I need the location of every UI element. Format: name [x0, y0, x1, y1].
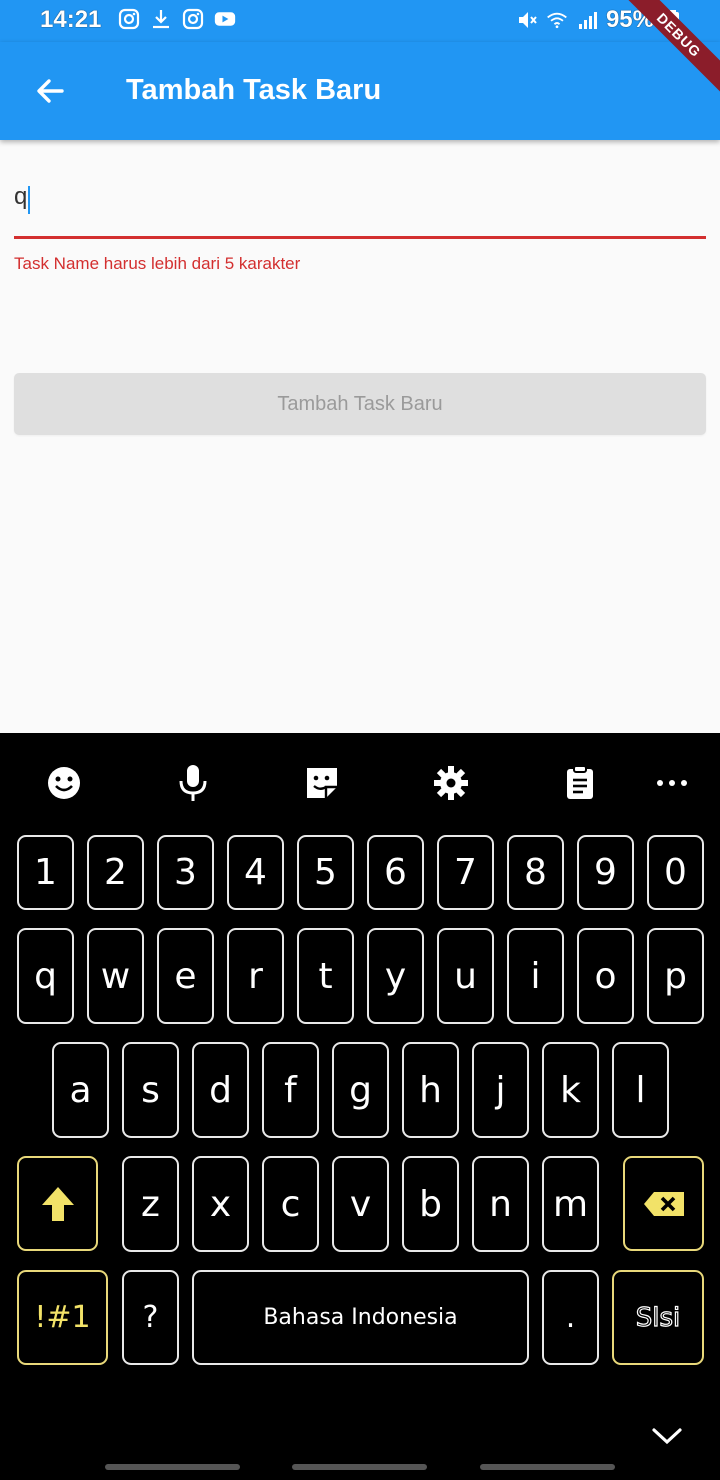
instagram-icon — [182, 8, 204, 30]
hide-keyboard-button[interactable] — [645, 1414, 689, 1458]
letter-key-r[interactable]: r — [227, 928, 284, 1024]
settings-icon[interactable] — [429, 761, 473, 805]
number-key-0[interactable]: 0 — [647, 835, 704, 910]
status-time: 14:21 — [40, 6, 102, 33]
number-key-9[interactable]: 9 — [577, 835, 634, 910]
letter-key-t[interactable]: t — [297, 928, 354, 1024]
nav-pill-center[interactable] — [292, 1464, 427, 1470]
question-key[interactable]: ? — [122, 1270, 179, 1365]
battery-icon — [662, 9, 684, 31]
letter-key-n[interactable]: n — [472, 1156, 529, 1252]
mute-icon — [516, 9, 538, 31]
battery-percent: 95% — [605, 6, 654, 33]
input-underline — [14, 236, 706, 239]
period-key[interactable]: . — [542, 1270, 599, 1365]
number-key-8[interactable]: 8 — [507, 835, 564, 910]
letter-key-w[interactable]: w — [87, 928, 144, 1024]
backspace-icon — [643, 1191, 684, 1216]
backspace-key[interactable] — [623, 1156, 704, 1251]
letter-key-m[interactable]: m — [542, 1156, 599, 1252]
letter-key-h[interactable]: h — [402, 1042, 459, 1138]
letter-key-d[interactable]: d — [192, 1042, 249, 1138]
add-task-button[interactable]: Tambah Task Baru — [14, 373, 706, 435]
nav-pill-right[interactable] — [480, 1464, 615, 1470]
letter-key-s[interactable]: s — [122, 1042, 179, 1138]
sticker-icon[interactable] — [300, 761, 344, 805]
letter-key-o[interactable]: o — [577, 928, 634, 1024]
letter-key-k[interactable]: k — [542, 1042, 599, 1138]
wifi-icon — [546, 9, 568, 31]
task-name-value[interactable]: q — [14, 183, 27, 210]
letter-key-f[interactable]: f — [262, 1042, 319, 1138]
letter-key-i[interactable]: i — [507, 928, 564, 1024]
notification-icons — [118, 8, 236, 30]
back-button[interactable] — [26, 67, 74, 115]
letter-key-a[interactable]: a — [52, 1042, 109, 1138]
status-right-icons: 95% — [516, 6, 684, 34]
task-name-input[interactable]: q — [14, 172, 706, 222]
number-key-3[interactable]: 3 — [157, 835, 214, 910]
letter-key-l[interactable]: l — [612, 1042, 669, 1138]
download-icon — [150, 8, 172, 30]
letter-key-v[interactable]: v — [332, 1156, 389, 1252]
shift-arrow-icon — [41, 1186, 74, 1221]
letter-key-q[interactable]: q — [17, 928, 74, 1024]
letter-key-g[interactable]: g — [332, 1042, 389, 1138]
number-key-1[interactable]: 1 — [17, 835, 74, 910]
more-icon[interactable] — [650, 761, 694, 805]
space-key[interactable]: Bahasa Indonesia — [192, 1270, 529, 1365]
number-key-4[interactable]: 4 — [227, 835, 284, 910]
page-title: Tambah Task Baru — [126, 74, 382, 106]
symbols-key[interactable]: !#1 — [17, 1270, 108, 1365]
signal-icon — [576, 9, 598, 31]
instagram-icon — [118, 8, 140, 30]
letter-key-p[interactable]: p — [647, 928, 704, 1024]
letter-key-u[interactable]: u — [437, 928, 494, 1024]
action-key[interactable]: Slsi — [612, 1270, 704, 1365]
number-key-7[interactable]: 7 — [437, 835, 494, 910]
letter-key-y[interactable]: y — [367, 928, 424, 1024]
letter-key-b[interactable]: b — [402, 1156, 459, 1252]
status-bar: 14:21 95% — [0, 0, 720, 42]
number-key-5[interactable]: 5 — [297, 835, 354, 910]
number-key-2[interactable]: 2 — [87, 835, 144, 910]
error-message: Task Name harus lebih dari 5 karakter — [14, 254, 301, 273]
soft-keyboard: 1234567890 qwertyuiop asdfghjkl zxcvbnm !#1… — [0, 733, 720, 1480]
microphone-icon[interactable] — [171, 761, 215, 805]
clipboard-icon[interactable] — [558, 761, 602, 805]
emoji-icon[interactable] — [42, 761, 86, 805]
youtube-icon — [214, 8, 236, 30]
text-cursor — [28, 185, 31, 214]
letter-key-j[interactable]: j — [472, 1042, 529, 1138]
letter-key-e[interactable]: e — [157, 928, 214, 1024]
arrow-left-icon — [37, 79, 64, 103]
letter-key-c[interactable]: c — [262, 1156, 319, 1252]
number-key-6[interactable]: 6 — [367, 835, 424, 910]
chevron-down-icon — [652, 1428, 682, 1445]
letter-key-x[interactable]: x — [192, 1156, 249, 1252]
nav-pill-left[interactable] — [105, 1464, 240, 1470]
app-bar: Tambah Task Baru — [0, 42, 720, 140]
shift-key[interactable] — [17, 1156, 98, 1251]
letter-key-z[interactable]: z — [122, 1156, 179, 1252]
